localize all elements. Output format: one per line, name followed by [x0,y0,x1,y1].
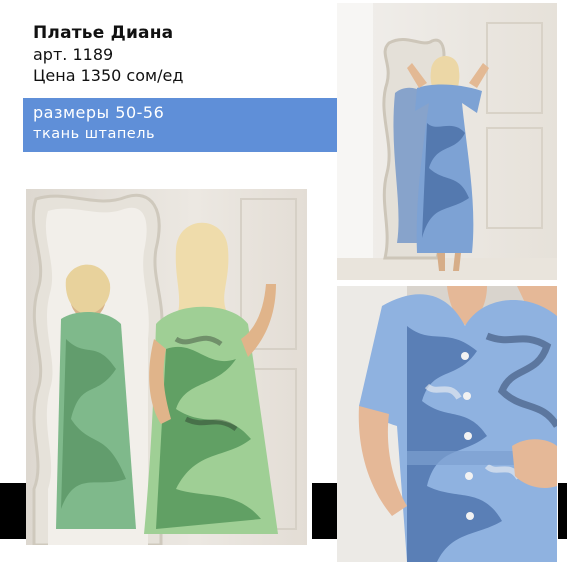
blue-dress-closeup-photo [337,286,557,562]
product-price: Цена 1350 сом/ед [33,66,184,85]
product-article: арт. 1189 [33,45,114,64]
black-bar-middle [312,483,338,539]
blue-dress-full-length-photo [337,3,557,280]
product-name: Платье Диана [33,23,174,43]
product-info: Платье Диана арт. 1189 Цена 1350 сом/ед [33,22,183,86]
sizes-label: размеры 50-56 [33,103,165,122]
black-bar-left [0,483,26,539]
black-bar-right [558,483,567,539]
fabric-label: ткань штапель [33,126,156,142]
green-dress-mirror-photo [26,189,307,545]
details-box: размеры 50-56 ткань штапель [23,98,337,152]
